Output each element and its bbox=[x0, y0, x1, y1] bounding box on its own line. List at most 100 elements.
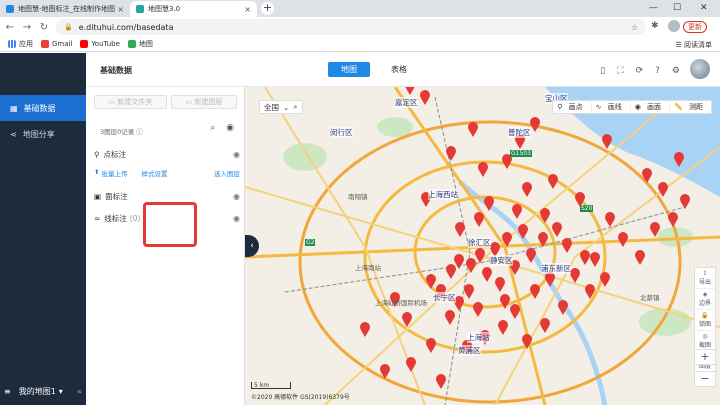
map-pin-marker[interactable] bbox=[602, 134, 612, 149]
search-icon[interactable]: ⌕ bbox=[293, 102, 297, 112]
map-pin-marker[interactable] bbox=[605, 212, 615, 227]
map-pin-marker[interactable] bbox=[454, 254, 464, 269]
nav-item-basedata[interactable]: ▦ 基础数据 bbox=[0, 95, 86, 121]
new-layer-button[interactable]: ▭ 新建图层 bbox=[171, 95, 237, 109]
style-settings-link[interactable]: 样式设置 bbox=[141, 168, 167, 178]
visibility-icon[interactable]: ◉ bbox=[233, 214, 240, 223]
map-pin-marker[interactable] bbox=[552, 222, 562, 237]
map-pin-marker[interactable] bbox=[530, 284, 540, 299]
zoom-in-button[interactable]: + bbox=[694, 349, 716, 365]
batch-upload-link[interactable]: 批量上传 bbox=[101, 168, 127, 178]
import-layer-link[interactable]: 选入图层 bbox=[214, 168, 240, 178]
map-pin-marker[interactable] bbox=[562, 238, 572, 253]
map-pin-marker[interactable] bbox=[446, 146, 456, 161]
map-pin-marker[interactable] bbox=[680, 194, 690, 209]
search-icon[interactable]: ⌕ bbox=[210, 123, 215, 133]
avatar[interactable] bbox=[690, 59, 710, 79]
profile-avatar[interactable] bbox=[668, 20, 680, 32]
layer-row[interactable]: ▣ 面标注 ◉ bbox=[94, 191, 240, 202]
forward-icon[interactable]: → bbox=[20, 22, 34, 33]
window-close-icon[interactable]: ✕ bbox=[700, 3, 708, 13]
minimize-icon[interactable]: — bbox=[649, 3, 658, 13]
close-tab-icon[interactable]: × bbox=[117, 5, 124, 14]
back-icon[interactable]: ← bbox=[3, 22, 17, 33]
boundary-tool[interactable]: ◈ 边界 bbox=[695, 289, 715, 310]
zoom-out-button[interactable]: − bbox=[694, 371, 716, 387]
settings-icon[interactable]: ⚙ bbox=[672, 66, 680, 76]
mobile-icon[interactable]: ▯ bbox=[600, 66, 605, 76]
region-select[interactable]: 全国 bbox=[264, 102, 279, 113]
update-button[interactable]: 更新 bbox=[683, 21, 707, 33]
map-pin-marker[interactable] bbox=[580, 250, 590, 265]
help-icon[interactable]: ? bbox=[655, 66, 660, 76]
map-pin-marker[interactable] bbox=[478, 162, 488, 177]
bookmark-map[interactable]: 地图 bbox=[127, 39, 153, 49]
map-pin-marker[interactable] bbox=[482, 267, 492, 282]
map-pin-marker[interactable] bbox=[474, 212, 484, 227]
maximize-icon[interactable]: ☐ bbox=[673, 3, 681, 13]
refresh-icon[interactable]: ⟳ bbox=[636, 66, 644, 76]
visibility-icon[interactable]: ◉ bbox=[226, 123, 234, 133]
map-switcher[interactable]: ≡ 我的地图1 ▾ « bbox=[0, 386, 86, 397]
map-pin-marker[interactable] bbox=[455, 222, 465, 237]
fullscreen-icon[interactable]: ⛶ bbox=[617, 66, 623, 76]
collapse-sidebar-icon[interactable]: « bbox=[77, 387, 82, 396]
map-pin-marker[interactable] bbox=[446, 264, 456, 279]
reload-icon[interactable]: ↻ bbox=[37, 22, 51, 33]
new-tab-button[interactable]: + bbox=[261, 2, 274, 15]
extensions-icon[interactable]: ✱ bbox=[651, 21, 659, 31]
bookmark-star-icon[interactable]: ☆ bbox=[631, 23, 638, 32]
browser-tab-1[interactable]: 地图慧-地图标注_在线制作地图 × bbox=[0, 1, 130, 17]
map-pin-marker[interactable] bbox=[436, 374, 446, 389]
layer-point[interactable]: ⚲ 点标注 ◉ ⬆ 批量上传 样式设置 选入图层 bbox=[94, 149, 240, 178]
map-pin-marker[interactable] bbox=[420, 90, 430, 105]
bookmark-apps[interactable]: 应用 bbox=[8, 39, 33, 49]
measure-tool[interactable]: 📏 测距 bbox=[669, 102, 711, 112]
nav-item-share[interactable]: ⋖ 地图分享 bbox=[0, 121, 86, 147]
url-field[interactable]: 🔒 e.dituhui.com/basedata ☆ bbox=[56, 19, 646, 35]
map-pin-marker[interactable] bbox=[522, 182, 532, 197]
map-pin-marker[interactable] bbox=[512, 204, 522, 219]
tab-map[interactable]: 地图 bbox=[328, 62, 370, 77]
map-pin-marker[interactable] bbox=[468, 122, 478, 137]
map-pin-marker[interactable] bbox=[360, 322, 370, 337]
visibility-icon[interactable]: ◉ bbox=[233, 150, 240, 159]
map-pin-marker[interactable] bbox=[475, 248, 485, 263]
map-pin-marker[interactable] bbox=[426, 274, 436, 289]
export-tool[interactable]: ⇪ 导出 bbox=[695, 268, 715, 289]
draw-polygon-tool[interactable]: ◉ 画面 bbox=[629, 102, 669, 112]
map-pin-marker[interactable] bbox=[498, 320, 508, 335]
map-pin-marker[interactable] bbox=[464, 284, 474, 299]
bookmark-youtube[interactable]: YouTube bbox=[80, 40, 120, 48]
map-pin-marker[interactable] bbox=[445, 310, 455, 325]
map-pin-marker[interactable] bbox=[548, 174, 558, 189]
reading-list[interactable]: ☰ 阅读清单 bbox=[675, 40, 712, 50]
lock-tool[interactable]: 🔒 锁图 bbox=[695, 310, 715, 331]
map-pin-marker[interactable] bbox=[658, 182, 668, 197]
map-pin-marker[interactable] bbox=[405, 87, 415, 95]
map-pin-marker[interactable] bbox=[618, 232, 628, 247]
map-pin-marker[interactable] bbox=[590, 252, 600, 267]
layer-row[interactable]: ⚲ 点标注 ◉ bbox=[94, 149, 240, 160]
layer-polygon[interactable]: ▣ 面标注 ◉ bbox=[94, 191, 240, 202]
map-canvas[interactable]: 上海西站 上海站 静安区 黄浦区 浦东新区 长宁区 徐汇区 普陀区 闵行区 嘉定… bbox=[245, 87, 720, 405]
map-pin-marker[interactable] bbox=[473, 302, 483, 317]
map-pin-marker[interactable] bbox=[495, 277, 505, 292]
bookmark-gmail[interactable]: Gmail bbox=[41, 40, 72, 48]
draw-point-tool[interactable]: ⚲ 画点 bbox=[553, 102, 590, 112]
map-pin-marker[interactable] bbox=[510, 304, 520, 319]
map-pin-marker[interactable] bbox=[635, 250, 645, 265]
map-pin-marker[interactable] bbox=[668, 212, 678, 227]
map-pin-marker[interactable] bbox=[600, 272, 610, 287]
draw-line-tool[interactable]: ∿ 画线 bbox=[590, 102, 630, 112]
map-pin-marker[interactable] bbox=[530, 117, 540, 132]
map-pin-marker[interactable] bbox=[570, 268, 580, 283]
visibility-icon[interactable]: ◉ bbox=[233, 192, 240, 201]
close-tab-icon[interactable]: × bbox=[244, 5, 251, 14]
new-folder-button[interactable]: ▭ 新建文件夹 bbox=[94, 95, 167, 109]
map-pin-marker[interactable] bbox=[540, 318, 550, 333]
map-pin-marker[interactable] bbox=[406, 357, 416, 372]
tab-table[interactable]: 表格 bbox=[378, 62, 420, 77]
region-search[interactable]: 全国 ⌄ ⌕ bbox=[259, 100, 303, 114]
browser-tab-2[interactable]: 地图慧3.0 × bbox=[130, 1, 257, 17]
